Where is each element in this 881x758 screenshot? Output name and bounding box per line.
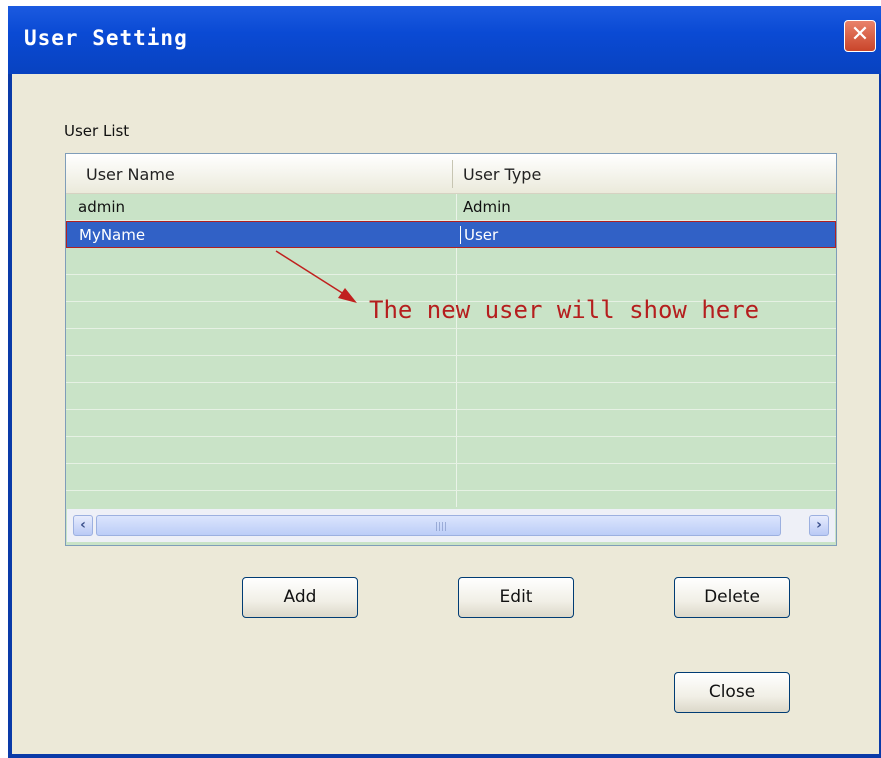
title-bar[interactable]: User Setting ✕ [8, 6, 881, 74]
delete-button[interactable]: Delete [674, 577, 790, 618]
window-title: User Setting [24, 26, 188, 50]
edit-button[interactable]: Edit [458, 577, 574, 618]
add-button[interactable]: Add [242, 577, 358, 618]
close-button[interactable]: Close [674, 672, 790, 713]
dialog-body: User List User Name User Type admin Admi… [12, 74, 879, 754]
user-setting-window: User Setting ✕ User List User Name User … [8, 6, 881, 758]
annotation-arrow-icon [275, 250, 357, 303]
annotation-text: The new user will show here [369, 296, 760, 324]
close-icon[interactable]: ✕ [844, 20, 876, 52]
